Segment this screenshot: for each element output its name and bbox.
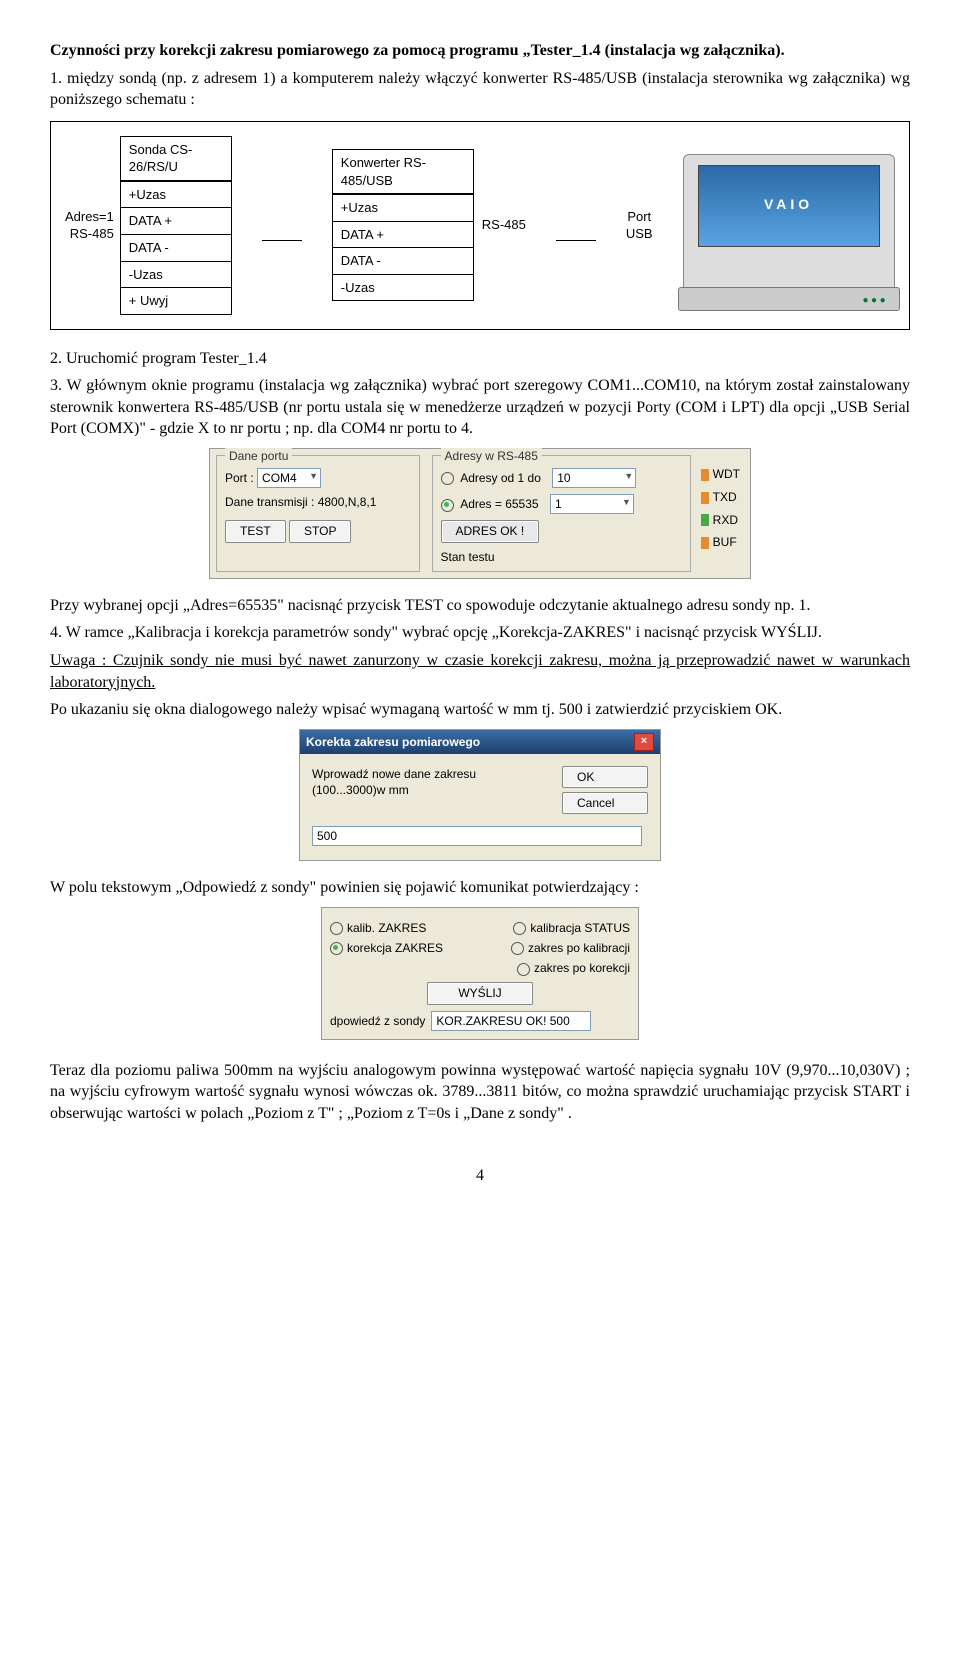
- address-value-combo[interactable]: 1: [550, 494, 634, 514]
- page-number: 4: [50, 1165, 910, 1187]
- range-dialog: Korekta zakresu pomiarowego × Wprowadź n…: [299, 729, 661, 862]
- led-txd-label: TXD: [713, 490, 737, 504]
- diagram-box2-row: +Uzas: [333, 194, 473, 221]
- diagram-box1: Sonda CS-26/RS/U +Uzas DATA + DATA - -Uz…: [120, 136, 232, 315]
- test-button[interactable]: TEST: [225, 520, 286, 542]
- led-buf-label: BUF: [713, 535, 737, 549]
- radio-korekcja-zakres[interactable]: [330, 942, 343, 955]
- led-rxd: [701, 514, 709, 526]
- calibration-dialog: kalib. ZAKRES kalibracja STATUS korekcja…: [321, 907, 639, 1040]
- step-1: 1. między sondą (np. z adresem 1) a komp…: [50, 68, 910, 111]
- address-to-combo[interactable]: 10: [552, 468, 636, 488]
- radio-kalib-status-label: kalibracja STATUS: [530, 921, 630, 935]
- response-field: KOR.ZAKRESU OK! 500: [431, 1011, 591, 1031]
- close-icon[interactable]: ×: [634, 733, 654, 751]
- led-wdt: [701, 469, 709, 481]
- radio-zakres-po-kalib-label: zakres po kalibracji: [528, 941, 630, 955]
- radio-address-range[interactable]: [441, 472, 454, 485]
- diagram-box2-row: DATA +: [333, 221, 473, 248]
- port-label: Port :: [225, 471, 254, 485]
- port-dialog: Dane portu Port : COM4 Dane transmisji :…: [209, 448, 751, 579]
- led-txd: [701, 492, 709, 504]
- note-line: Uwaga : Czujnik sondy nie musi być nawet…: [50, 650, 910, 693]
- radio-kalib-zakres-label: kalib. ZAKRES: [347, 921, 426, 935]
- diagram-box1-row: +Uzas: [121, 181, 231, 208]
- final-paragraph: Teraz dla poziomu paliwa 500mm na wyjści…: [50, 1060, 910, 1125]
- radio-address-fixed[interactable]: [441, 499, 454, 512]
- after-dialog2-text: W polu tekstowym „Odpowiedź z sondy" pow…: [50, 877, 910, 899]
- ok-button[interactable]: OK: [562, 766, 648, 788]
- led-wdt-label: WDT: [713, 467, 740, 481]
- wiring-diagram: Adres=1 RS-485 Sonda CS-26/RS/U +Uzas DA…: [50, 121, 910, 330]
- diagram-box1-side1: Adres=1: [65, 208, 114, 226]
- range-dialog-prompt: Wprowadź nowe dane zakresu (100...3000)w…: [312, 766, 552, 814]
- led-buf: [701, 537, 709, 549]
- diagram-box2-title: Konwerter RS-485/USB: [333, 150, 473, 194]
- diagram-box1-row: DATA -: [121, 234, 231, 261]
- address-group-label: Adresy w RS-485: [441, 448, 542, 464]
- after-dialog1-text: Przy wybranej opcji „Adres=65535" nacisn…: [50, 595, 910, 617]
- step-2: 2. Uruchomić program Tester_1.4: [50, 348, 910, 370]
- diagram-box2-row: DATA -: [333, 247, 473, 274]
- range-input[interactable]: 500: [312, 826, 642, 846]
- diagram-box2-row: -Uzas: [333, 274, 473, 301]
- radio-kalib-status[interactable]: [513, 922, 526, 935]
- transmission-label: Dane transmisji : 4800,N,8,1: [225, 494, 411, 510]
- diagram-box1-title: Sonda CS-26/RS/U: [121, 137, 231, 181]
- radio-address-range-label: Adresy od 1 do: [460, 471, 541, 485]
- port-combo[interactable]: COM4: [257, 468, 321, 488]
- after-note: Po ukazaniu się okna dialogowego należy …: [50, 699, 910, 721]
- step-3: 3. W głównym oknie programu (instalacja …: [50, 375, 910, 440]
- diagram-box1-side2: RS-485: [65, 225, 114, 243]
- address-ok-button[interactable]: ADRES OK !: [441, 520, 540, 542]
- radio-address-fixed-label: Adres = 65535: [460, 497, 538, 511]
- cancel-button[interactable]: Cancel: [562, 792, 648, 814]
- step-4: 4. W ramce „Kalibracja i korekcja parame…: [50, 622, 910, 644]
- diagram-box1-row: + Uwyj: [121, 287, 231, 314]
- diagram-wire: [262, 240, 302, 241]
- stop-button[interactable]: STOP: [289, 520, 351, 542]
- section-title: Czynności przy korekcji zakresu pomiarow…: [50, 40, 910, 62]
- send-button[interactable]: WYŚLIJ: [427, 982, 532, 1004]
- laptop-logo: VAIO: [764, 195, 813, 214]
- response-label: dpowiedź z sondy: [330, 1013, 425, 1029]
- radio-korekcja-zakres-label: korekcja ZAKRES: [347, 941, 443, 955]
- diagram-box2-side: RS-485: [482, 216, 526, 234]
- radio-kalib-zakres[interactable]: [330, 922, 343, 935]
- radio-zakres-po-korek-label: zakres po korekcji: [534, 961, 630, 975]
- radio-zakres-po-korek[interactable]: [517, 963, 530, 976]
- diagram-port-label: USB: [626, 225, 653, 243]
- diagram-box2: Konwerter RS-485/USB +Uzas DATA + DATA -…: [332, 149, 474, 301]
- led-rxd-label: RXD: [713, 513, 738, 527]
- test-state-label: Stan testu: [441, 549, 682, 565]
- diagram-box1-row: DATA +: [121, 207, 231, 234]
- radio-zakres-po-kalib[interactable]: [511, 942, 524, 955]
- range-dialog-title: Korekta zakresu pomiarowego: [306, 734, 480, 750]
- port-group-label: Dane portu: [225, 448, 292, 464]
- diagram-box1-row: -Uzas: [121, 261, 231, 288]
- diagram-wire: [556, 240, 596, 241]
- laptop-illustration: VAIO ● ● ●: [683, 154, 895, 296]
- diagram-port-label: Port: [626, 208, 653, 226]
